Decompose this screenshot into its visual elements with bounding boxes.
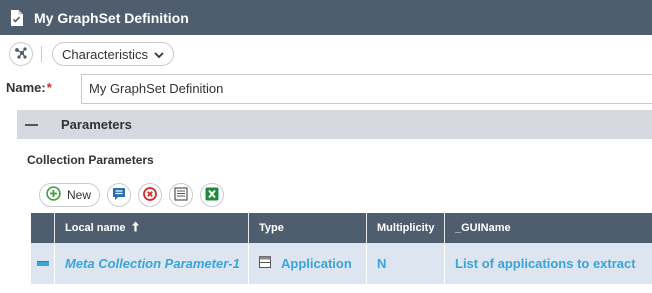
edit-button[interactable] xyxy=(107,183,132,207)
sort-arrow-up-icon xyxy=(131,221,140,235)
column-header-multiplicity[interactable]: Multiplicity xyxy=(367,213,445,243)
local-name-cell[interactable]: Meta Collection Parameter-1 xyxy=(55,243,249,284)
window-titlebar: My GraphSet Definition xyxy=(0,0,652,35)
parameters-section-header[interactable]: Parameters xyxy=(17,110,652,139)
document-icon xyxy=(10,9,23,26)
parameters-grid: Local name Type Multiplicity _GUIName Me… xyxy=(31,213,652,284)
row-selector[interactable] xyxy=(31,243,55,284)
toolbar-divider xyxy=(41,46,42,62)
export-excel-button[interactable] xyxy=(200,183,225,207)
table-row[interactable]: Meta Collection Parameter-1 Application … xyxy=(31,243,652,284)
column-header-guiname[interactable]: _GUIName xyxy=(445,213,652,243)
name-field-row: Name:* My GraphSet Definition xyxy=(0,74,652,104)
column-header-type[interactable]: Type xyxy=(249,213,367,243)
window-title: My GraphSet Definition xyxy=(34,9,189,26)
graph-view-button[interactable] xyxy=(9,42,33,66)
multiplicity-cell[interactable]: N xyxy=(367,243,445,284)
excel-icon xyxy=(205,187,219,204)
toolbar: Characteristics xyxy=(0,35,652,73)
required-marker: * xyxy=(46,80,52,95)
type-cell[interactable]: Application xyxy=(249,243,367,284)
characteristics-dropdown[interactable]: Characteristics xyxy=(52,42,174,66)
graph-nodes-icon xyxy=(13,45,29,64)
section-title: Parameters xyxy=(61,117,132,132)
collapse-icon[interactable] xyxy=(25,123,38,126)
characteristics-label: Characteristics xyxy=(62,46,148,62)
name-input[interactable]: My GraphSet Definition xyxy=(81,74,652,104)
new-label: New xyxy=(67,188,92,202)
column-header-local-name[interactable]: Local name xyxy=(55,213,249,243)
name-label: Name:* xyxy=(6,80,52,95)
delete-icon xyxy=(143,186,157,204)
new-button[interactable]: New xyxy=(39,183,101,207)
application-icon xyxy=(259,256,271,271)
row-marker-icon xyxy=(36,261,49,266)
chevron-down-icon xyxy=(154,47,164,62)
plus-circle-icon xyxy=(46,186,61,204)
guiname-cell[interactable]: List of applications to extract xyxy=(445,243,652,284)
grid-actions: New xyxy=(39,183,225,207)
delete-button[interactable] xyxy=(138,183,163,207)
selector-column-header xyxy=(31,213,55,243)
comment-edit-icon xyxy=(112,187,126,204)
details-button[interactable] xyxy=(169,183,194,207)
grid-header: Local name Type Multiplicity _GUIName xyxy=(31,213,652,243)
collection-parameters-title: Collection Parameters xyxy=(27,153,154,167)
list-view-icon xyxy=(174,186,188,204)
